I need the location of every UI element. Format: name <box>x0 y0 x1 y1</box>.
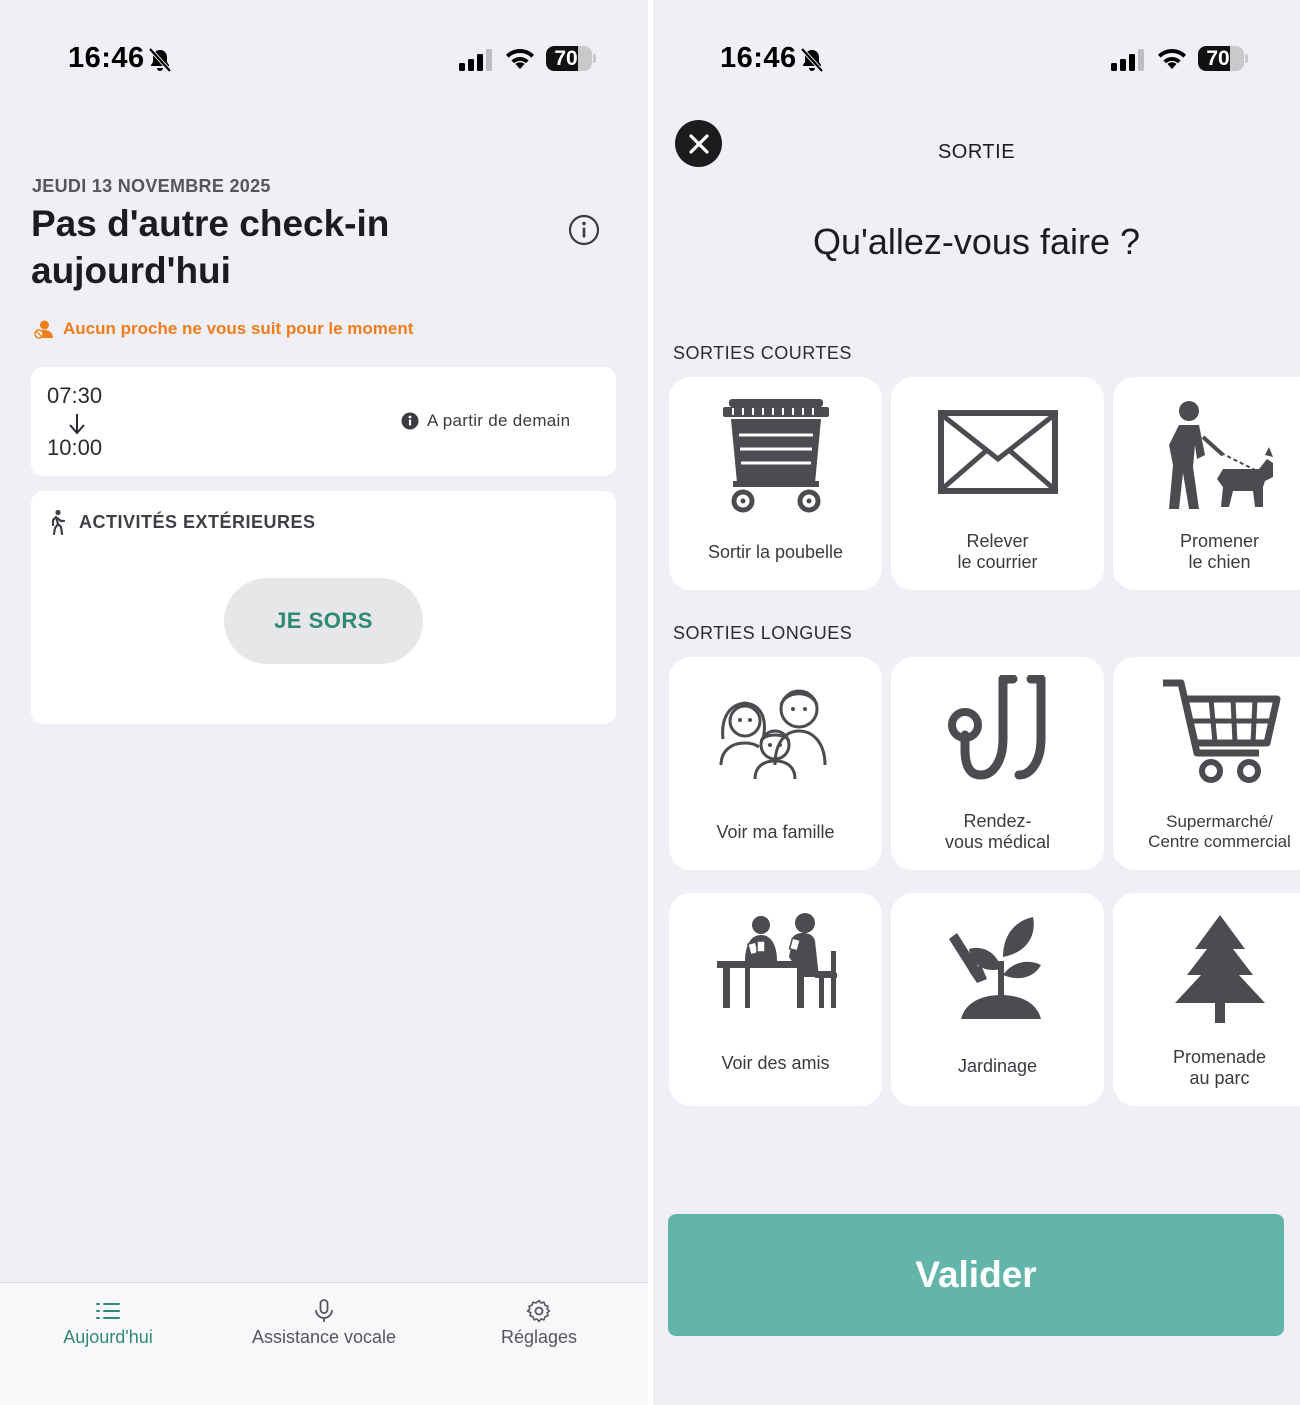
tile-park-label: Promenade au parc <box>1117 1047 1300 1089</box>
list-icon <box>96 1303 120 1319</box>
tree-icon <box>1175 915 1265 1023</box>
question-heading: Qu'allez-vous faire ? <box>812 221 1141 262</box>
tab-bar: Aujourd'hui Assistance vocale Réglages <box>0 1282 648 1405</box>
outing-screen: 16:46 70 SORTIE Qu'allez-vous faire ? SO… <box>653 0 1300 1405</box>
tile-dog[interactable]: Promener le chien <box>1113 377 1300 590</box>
follow-notice: Aucun proche ne vous suit pour le moment <box>34 318 413 340</box>
status-bar: 16:46 70 <box>0 40 648 80</box>
tile-medical-label: Rendez- vous médical <box>895 811 1100 853</box>
dog-walk-icon <box>1169 401 1273 509</box>
status-time: 16:46 <box>68 42 145 74</box>
tab-voice-assistance[interactable]: Assistance vocale <box>240 1299 408 1348</box>
tile-park-label-line1: Promenade <box>1172 1047 1267 1067</box>
tile-dog-label-line1: Promener <box>1179 531 1260 551</box>
bell-muted-icon <box>148 47 172 73</box>
outdoor-activities-card: ACTIVITÉS EXTÉRIEURES JE SORS <box>31 491 616 724</box>
tile-park[interactable]: Promenade au parc <box>1113 893 1300 1106</box>
wifi-icon <box>1158 49 1186 69</box>
friends-cards-icon <box>717 913 837 1008</box>
microphone-icon <box>315 1299 333 1322</box>
info-filled-icon <box>401 412 419 430</box>
trash-bin-icon <box>723 399 829 513</box>
today-screen: 16:46 70 JEUDI 13 NOVEMBRE 2025 Pas d'au… <box>0 0 648 1405</box>
tile-family-label: Voir ma famille <box>716 822 835 842</box>
tile-friends[interactable]: Voir des amis <box>669 893 882 1106</box>
screen-title: SORTIE <box>937 141 1016 163</box>
bell-muted-icon <box>800 47 824 73</box>
info-icon[interactable] <box>567 213 601 247</box>
walking-person-icon <box>51 509 66 535</box>
tile-dog-label-line2: le chien <box>1188 552 1251 572</box>
tab-settings[interactable]: Réglages <box>494 1299 584 1348</box>
date-label: JEUDI 13 NOVEMBRE 2025 <box>32 176 271 196</box>
tile-supermarket-label: Supermarché/ Centre commercial <box>1117 812 1300 852</box>
tile-gardening-label: Jardinage <box>957 1056 1038 1076</box>
long-outings-label: SORTIES LONGUES <box>673 623 853 643</box>
activities-header: ACTIVITÉS EXTÉRIEURES <box>47 509 316 535</box>
go-out-button[interactable]: JE SORS <box>224 578 423 664</box>
checkin-time-card: 07:30 10:00 A partir de demain <box>31 367 616 476</box>
family-icon <box>719 689 827 780</box>
tile-mail-label: Relever le courrier <box>895 531 1100 573</box>
schedule-note-text: A partir de demain <box>427 411 571 430</box>
status-time: 16:46 <box>720 42 797 74</box>
wifi-icon <box>506 49 534 69</box>
page-title: Pas d'autre check-in aujourd'hui <box>31 203 390 291</box>
end-time: 10:00 <box>47 435 103 460</box>
tile-supermarket-label-line1: Supermarché/ <box>1166 812 1273 831</box>
tab-today[interactable]: Aujourd'hui <box>58 1299 158 1348</box>
envelope-icon <box>938 410 1058 494</box>
battery-indicator: 70 <box>1198 46 1248 71</box>
activities-header-label: ACTIVITÉS EXTÉRIEURES <box>79 511 316 532</box>
tile-dog-label: Promener le chien <box>1117 531 1300 573</box>
cellular-signal-icon <box>459 49 492 71</box>
gear-icon <box>526 1299 551 1323</box>
tile-medical[interactable]: Rendez- vous médical <box>891 657 1104 870</box>
tile-friends-label: Voir des amis <box>721 1053 830 1073</box>
short-outings-label: SORTIES COURTES <box>673 343 852 363</box>
tile-medical-label-line1: Rendez- <box>963 811 1032 831</box>
start-time: 07:30 <box>47 383 103 408</box>
status-bar: 16:46 70 <box>653 40 1300 80</box>
arrow-down-icon <box>69 414 85 435</box>
tile-family[interactable]: Voir ma famille <box>669 657 882 870</box>
follow-notice-text: Aucun proche ne vous suit pour le moment <box>63 319 414 338</box>
tile-mail-label-line2: le courrier <box>957 552 1038 572</box>
tile-mail[interactable]: Relever le courrier <box>891 377 1104 590</box>
tile-supermarket-label-line2: Centre commercial <box>1148 832 1291 851</box>
shopping-cart-icon <box>1163 679 1281 783</box>
stethoscope-icon <box>948 675 1046 780</box>
tile-trash-label: Sortir la poubelle <box>707 542 844 562</box>
tab-today-label: Aujourd'hui <box>63 1327 153 1347</box>
tile-gardening[interactable]: Jardinage <box>891 893 1104 1106</box>
tile-mail-label-line1: Relever <box>966 531 1029 551</box>
battery-level: 70 <box>1206 47 1230 70</box>
battery-level: 70 <box>554 47 578 70</box>
cellular-signal-icon <box>1111 49 1144 71</box>
no-follower-icon <box>34 320 53 339</box>
gardening-icon <box>949 917 1041 1019</box>
tile-supermarket[interactable]: Supermarché/ Centre commercial <box>1113 657 1300 870</box>
schedule-note: A partir de demain <box>401 411 570 431</box>
battery-indicator: 70 <box>546 46 596 71</box>
tile-trash[interactable]: Sortir la poubelle <box>669 377 882 590</box>
tile-medical-label-line2: vous médical <box>944 832 1051 852</box>
tab-voice-label: Assistance vocale <box>251 1327 397 1347</box>
submit-button[interactable]: Valider <box>668 1214 1284 1336</box>
tab-settings-label: Réglages <box>500 1327 578 1347</box>
tile-park-label-line2: au parc <box>1189 1068 1250 1088</box>
